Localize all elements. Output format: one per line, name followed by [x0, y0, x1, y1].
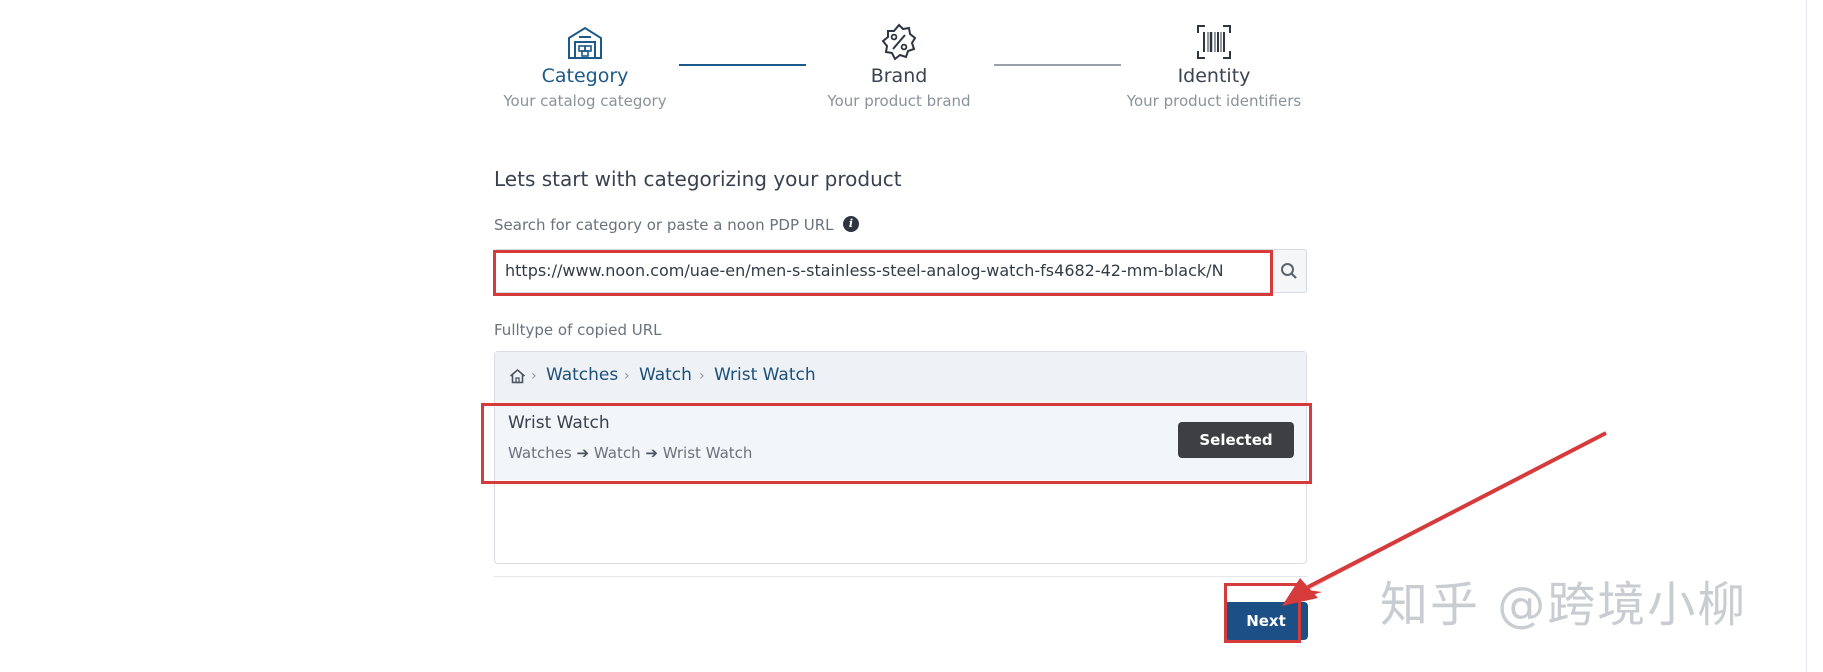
warehouse-icon	[568, 26, 602, 59]
step-category-title: Category	[541, 65, 629, 87]
info-icon[interactable]: i	[843, 216, 859, 232]
page-edge-line	[1806, 0, 1807, 672]
breadcrumb-item-watches[interactable]: Watches	[546, 365, 618, 385]
step-identity-title: Identity	[1177, 65, 1251, 87]
step-identity[interactable]: Identity Your product identifiers	[1114, 22, 1314, 110]
breadcrumb-separator: ›	[531, 368, 537, 384]
home-icon[interactable]	[509, 368, 526, 384]
step-connector-1	[679, 64, 806, 66]
step-identity-subtitle: Your product identifiers	[1126, 92, 1302, 110]
page-heading: Lets start with categorizing your produc…	[494, 167, 902, 191]
search-label: Search for category or paste a noon PDP …	[494, 216, 834, 234]
breadcrumb-separator: ›	[699, 368, 705, 384]
badge-percent-icon	[881, 23, 917, 61]
step-brand[interactable]: Brand Your product brand	[799, 22, 999, 110]
search-icon	[1281, 263, 1297, 279]
barcode-scan-icon	[1197, 25, 1231, 59]
fulltype-label: Fulltype of copied URL	[494, 321, 662, 339]
search-highlight-box	[493, 250, 1273, 296]
step-category-subtitle: Your catalog category	[503, 92, 667, 110]
breadcrumb-item-watch[interactable]: Watch	[639, 365, 692, 385]
footer-divider	[494, 576, 1307, 577]
search-button[interactable]	[1272, 249, 1307, 293]
breadcrumb-separator: ›	[624, 368, 630, 384]
breadcrumb-item-wrist-watch[interactable]: Wrist Watch	[714, 365, 816, 385]
step-connector-2	[994, 64, 1121, 66]
step-brand-subtitle: Your product brand	[827, 92, 971, 110]
breadcrumb: › Watches › Watch › Wrist Watch	[495, 352, 1306, 401]
step-category[interactable]: Category Your catalog category	[485, 22, 685, 110]
result-highlight-box	[481, 403, 1312, 484]
step-brand-title: Brand	[870, 65, 928, 87]
watermark: 知乎 @跨境小柳	[1380, 577, 1748, 633]
